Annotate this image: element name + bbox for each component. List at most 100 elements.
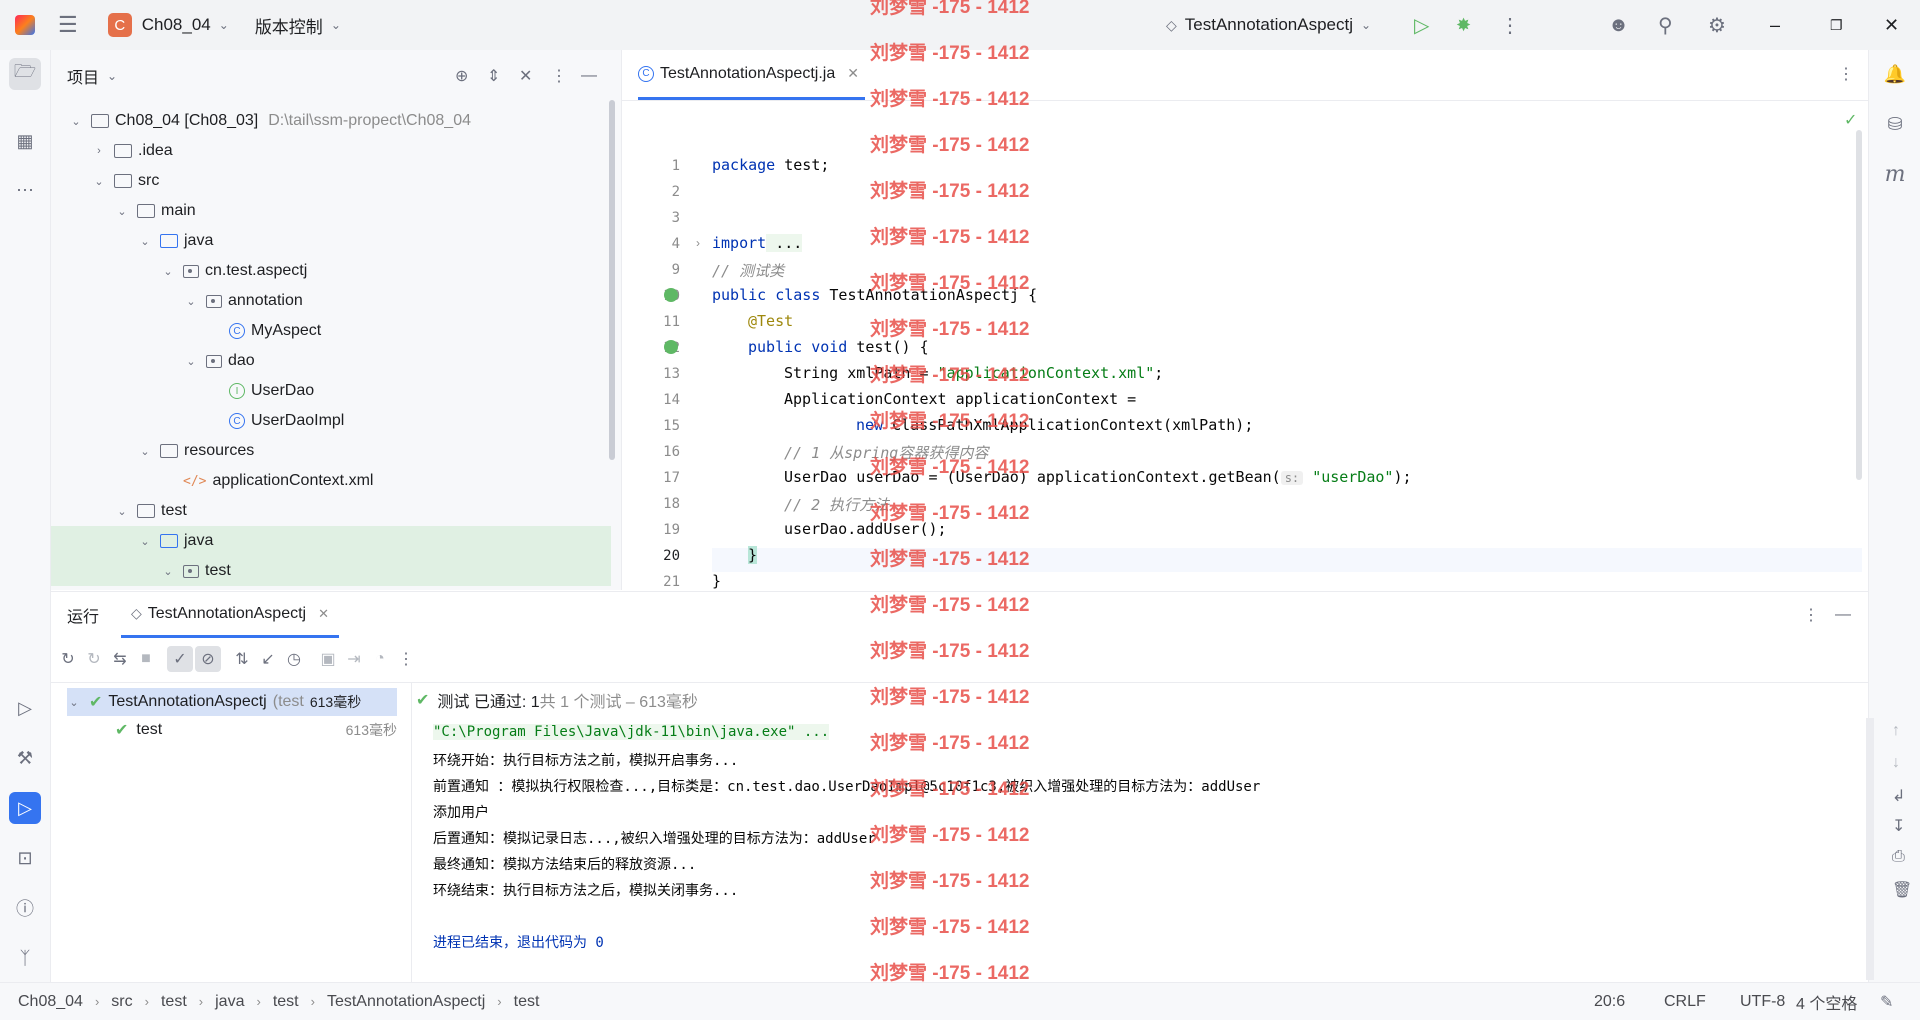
services-icon[interactable]: ▷ (9, 692, 41, 724)
main-menu-button[interactable]: ☰ (50, 7, 86, 43)
locate-icon[interactable]: ⊕ (455, 66, 468, 86)
hide-panel-icon[interactable]: — (581, 67, 597, 85)
editor-tab-testannotationaspectj[interactable]: C TestAnnotationAspectj.ja ✕ (638, 50, 865, 100)
hide-run-panel-icon[interactable]: — (1835, 606, 1851, 624)
run-gutter-icon[interactable] (664, 340, 678, 354)
tree-item[interactable]: ⌄ src (51, 166, 611, 196)
expand-all-icon[interactable]: ⇕ (487, 66, 500, 86)
console-scrollbar[interactable] (1866, 718, 1874, 980)
breadcrumb-item[interactable]: src (111, 993, 132, 1011)
breadcrumb-item[interactable]: test (514, 993, 540, 1011)
debug-button[interactable]: ✸ (1448, 7, 1479, 43)
restore-button[interactable]: ❐ (1822, 7, 1851, 43)
more-tools-icon[interactable]: ⋯ (9, 174, 41, 206)
export-icon[interactable]: ⇥ (341, 646, 367, 672)
scroll-down-icon[interactable]: ↓ (1892, 754, 1900, 772)
chevron-down-icon[interactable]: ⌄ (107, 69, 117, 83)
project-switcher[interactable]: C Ch08_04 ⌄ (100, 7, 237, 43)
tree-item[interactable]: ⌄ cn.test.aspectj (51, 256, 611, 286)
chevron-down-icon[interactable]: ⌄ (161, 565, 175, 578)
problems-icon[interactable]: ⓘ (9, 892, 41, 924)
build-hammer-icon[interactable]: ⚒ (9, 742, 41, 774)
rerun-failed-icon[interactable]: ↻ (81, 646, 107, 672)
settings-gear-icon[interactable]: ⚙ (1700, 7, 1734, 43)
maven-icon[interactable]: m (1879, 158, 1911, 190)
chevron-right-icon[interactable]: › (92, 145, 106, 157)
project-panel-title[interactable]: 项目 (67, 64, 99, 88)
tree-item[interactable]: ⌄ test (51, 496, 611, 526)
tree-item[interactable]: C MyAspect (51, 316, 611, 346)
tree-item[interactable]: ⌄ test (51, 556, 611, 586)
tree-item[interactable]: ⌄ java (51, 226, 611, 256)
add-user-icon[interactable]: ☻ (1600, 7, 1637, 43)
history-clock-icon[interactable]: ◷ (281, 646, 307, 672)
tree-item[interactable]: </> applicationContext.xml (51, 466, 611, 496)
tree-item[interactable]: ⌄ Ch08_04 [Ch08_03] D:\tail\ssm-propect\Ch… (51, 106, 611, 136)
coverage-icon[interactable]: ◔ (367, 646, 393, 672)
screenshot-icon[interactable]: ▣ (315, 646, 341, 672)
print-icon[interactable]: ⎙ (1892, 848, 1905, 866)
chevron-down-icon[interactable]: ⌄ (161, 265, 175, 278)
clear-trash-icon[interactable]: 🗑 (1892, 880, 1912, 900)
database-icon[interactable]: ⛁ (1879, 108, 1911, 140)
chevron-down-icon[interactable]: ⌄ (138, 235, 152, 248)
chevron-down-icon[interactable]: ⌄ (69, 115, 83, 128)
editor-scrollbar[interactable] (1856, 130, 1862, 480)
close-tab-icon[interactable]: ✕ (847, 65, 859, 82)
tree-item[interactable]: ⌄ java (51, 526, 611, 556)
more-actions-button[interactable]: ⋮ (1492, 7, 1528, 43)
editor-options-icon[interactable]: ⋮ (1838, 64, 1854, 84)
structure-icon[interactable]: ▦ (9, 125, 41, 157)
close-tab-icon[interactable]: ✕ (318, 606, 329, 622)
stop-icon[interactable]: ■ (133, 646, 159, 672)
chevron-down-icon[interactable]: ⌄ (138, 445, 152, 458)
tree-item[interactable]: ⌄ main (51, 196, 611, 226)
indent-setting[interactable]: 4 个空格 (1796, 990, 1857, 1014)
vcs-menu[interactable]: 版本控制 ⌄ (247, 7, 349, 43)
minimize-button[interactable]: – (1762, 7, 1788, 43)
chevron-down-icon[interactable]: ⌄ (92, 175, 106, 188)
collapse-all-icon[interactable]: ✕ (519, 66, 532, 86)
code-area[interactable]: package test; import ... // 测试类 public c… (712, 100, 1772, 590)
breadcrumb-item[interactable]: Ch08_04 (18, 993, 83, 1011)
fold-arrow-icon[interactable]: › (696, 236, 700, 250)
run-button[interactable]: ▷ (1406, 7, 1437, 43)
import-tests-icon[interactable]: ↙ (255, 646, 281, 672)
caret-position[interactable]: 20:6 (1594, 993, 1625, 1011)
scroll-to-end-icon[interactable]: ↧ (1892, 816, 1905, 836)
chevron-down-icon[interactable]: ⌄ (138, 535, 152, 548)
notifications-bell-icon[interactable]: 🔔 (1879, 58, 1911, 90)
panel-options-icon[interactable]: ⋮ (551, 66, 567, 86)
tree-item[interactable]: C UserDaoImpl (51, 406, 611, 436)
run-config-selector[interactable]: ◇ TestAnnotationAspectj ⌄ (1158, 7, 1379, 43)
console-output[interactable]: ✔ 测试 已通过: 1 共 1 个测试 – 613毫秒 "C:\Program … (412, 682, 1912, 983)
tree-item[interactable]: I UserDao (51, 376, 611, 406)
run-tab[interactable]: ◇ TestAnnotationAspectj ✕ (121, 592, 340, 638)
tree-item[interactable]: › .idea (51, 136, 611, 166)
chevron-down-icon[interactable]: ⌄ (115, 505, 129, 518)
tree-item[interactable]: ⌄ annotation (51, 286, 611, 316)
chevron-down-icon[interactable]: ⌄ (184, 295, 198, 308)
chevron-down-icon[interactable]: ⌄ (115, 205, 129, 218)
toggle-auto-test-icon[interactable]: ⇆ (107, 646, 133, 672)
tree-item[interactable]: ⌄ dao (51, 346, 611, 376)
chevron-down-icon[interactable]: ⌄ (184, 355, 198, 368)
terminal-icon[interactable]: ⊡ (9, 842, 41, 874)
show-passed-icon[interactable]: ✓ (167, 646, 193, 672)
line-separator[interactable]: CRLF (1664, 993, 1706, 1011)
breadcrumb-item[interactable]: java (215, 993, 244, 1011)
tree-scrollbar[interactable] (609, 100, 615, 460)
soft-wrap-icon[interactable]: ↲ (1892, 786, 1905, 806)
run-tool-icon[interactable]: ▷ (9, 792, 41, 824)
file-encoding[interactable]: UTF-8 (1740, 993, 1785, 1011)
git-branch-icon[interactable]: ᛉ (9, 942, 41, 974)
tree-item[interactable]: ⌄ resources (51, 436, 611, 466)
test-suite-row[interactable]: ⌄ ✔ TestAnnotationAspectj (test 613毫秒 (67, 688, 397, 716)
close-window-button[interactable]: ✕ (1876, 7, 1907, 43)
rerun-icon[interactable]: ↻ (55, 646, 81, 672)
run-gutter-icon[interactable] (664, 288, 678, 302)
more-run-actions-icon[interactable]: ⋮ (393, 646, 419, 672)
test-case-row[interactable]: ✔ test 613毫秒 (67, 716, 397, 744)
readonly-lock-icon[interactable]: ✎ (1880, 992, 1893, 1012)
breadcrumb-item[interactable]: TestAnnotationAspectj (327, 993, 485, 1011)
